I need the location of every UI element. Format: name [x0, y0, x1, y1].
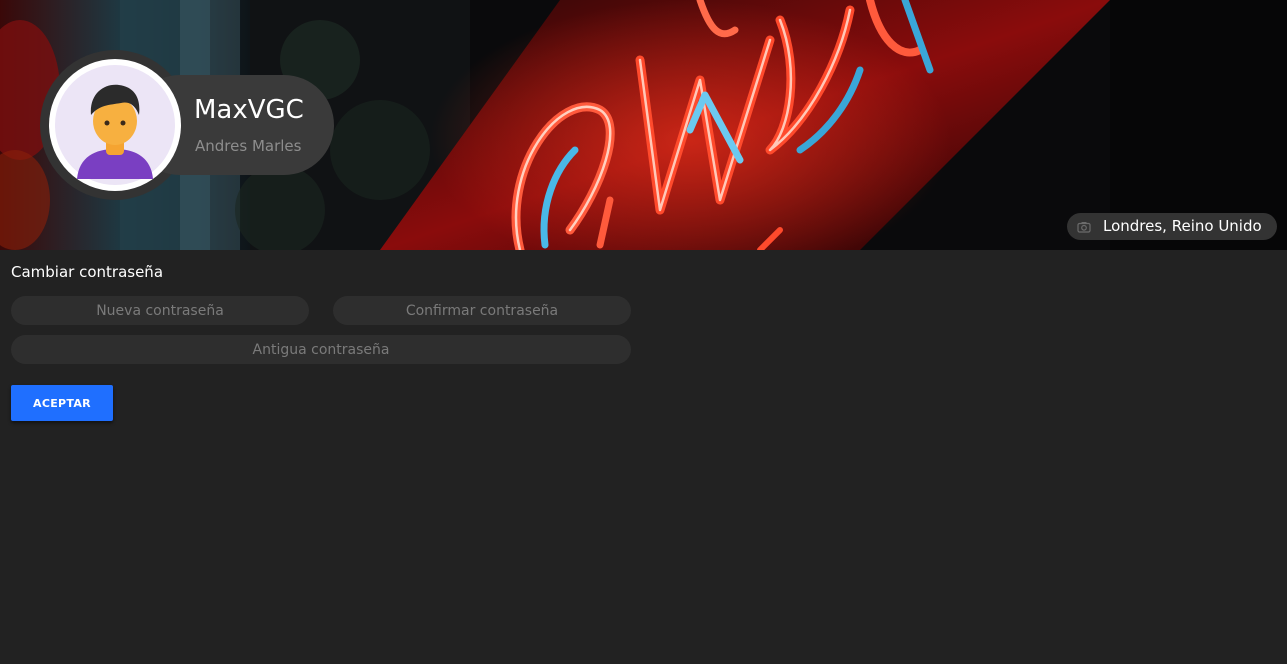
- location-chip: Londres, Reino Unido: [1067, 213, 1277, 240]
- profile-full-name: Andres Marles: [195, 137, 302, 155]
- profile-username: MaxVGC: [194, 95, 304, 125]
- change-password-title: Cambiar contraseña: [11, 263, 164, 281]
- accept-button[interactable]: ACEPTAR: [11, 385, 113, 421]
- location-text: Londres, Reino Unido: [1103, 217, 1262, 235]
- old-password-field[interactable]: [11, 335, 631, 364]
- camera-icon: [1077, 219, 1091, 238]
- user-avatar-icon: [55, 65, 175, 185]
- confirm-password-field[interactable]: [333, 296, 631, 325]
- avatar[interactable]: [49, 59, 181, 191]
- new-password-field[interactable]: [11, 296, 309, 325]
